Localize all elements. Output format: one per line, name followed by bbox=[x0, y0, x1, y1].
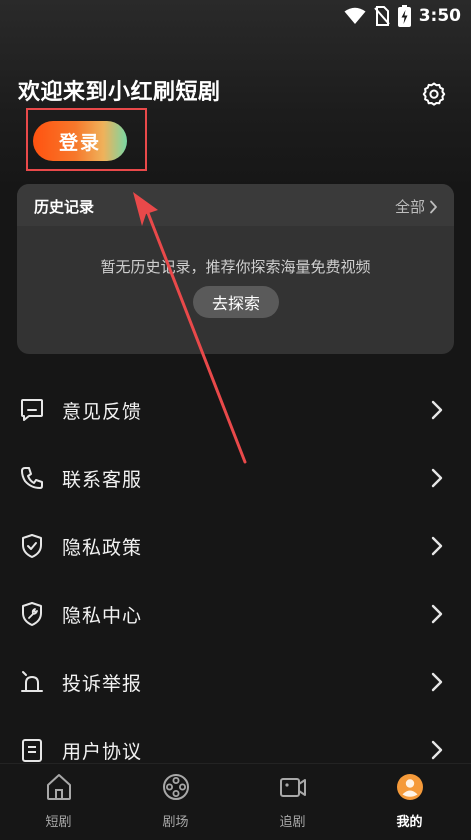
nav-tab-mine[interactable]: 我的 bbox=[351, 764, 468, 840]
nav-label: 追剧 bbox=[279, 815, 306, 830]
menu-label: 意见反馈 bbox=[62, 401, 143, 423]
chevron-right-icon bbox=[431, 400, 443, 420]
shield-check-icon bbox=[22, 534, 42, 558]
document-icon bbox=[22, 739, 42, 762]
nav-tab-short-drama[interactable]: 短剧 bbox=[0, 764, 117, 840]
login-button[interactable]: 登录 bbox=[33, 121, 127, 161]
phone-icon bbox=[21, 467, 43, 489]
chevron-right-icon bbox=[431, 604, 443, 624]
history-header: 历史记录 全部 bbox=[17, 184, 454, 226]
avatar-icon bbox=[397, 774, 423, 800]
explore-button[interactable]: 去探索 bbox=[193, 286, 279, 318]
menu-item-privacy-policy[interactable]: 隐私政策 bbox=[0, 512, 471, 580]
menu-item-customer-service[interactable]: 联系客服 bbox=[0, 444, 471, 512]
menu-label: 隐私政策 bbox=[62, 537, 143, 559]
film-reel-icon bbox=[163, 774, 189, 800]
status-time: 3:50 bbox=[418, 6, 461, 26]
shield-wrench-icon bbox=[22, 602, 42, 626]
menu-label: 隐私中心 bbox=[62, 605, 143, 627]
history-all-link[interactable]: 全部 bbox=[395, 196, 438, 217]
menu-item-report[interactable]: 投诉举报 bbox=[0, 648, 471, 716]
wifi-icon bbox=[344, 7, 366, 24]
menu-item-privacy-center[interactable]: 隐私中心 bbox=[0, 580, 471, 648]
history-title: 历史记录 bbox=[34, 198, 95, 216]
no-sim-icon bbox=[373, 6, 390, 26]
menu-label: 联系客服 bbox=[62, 469, 143, 491]
chevron-right-icon bbox=[430, 200, 437, 213]
feedback-icon bbox=[21, 399, 43, 421]
menu-label: 用户协议 bbox=[62, 741, 143, 763]
alarm-icon bbox=[21, 671, 43, 692]
nav-tab-follow[interactable]: 追剧 bbox=[234, 764, 351, 840]
bottom-nav: 短剧 剧场 追剧 我的 bbox=[0, 763, 471, 840]
nav-tab-theater[interactable]: 剧场 bbox=[117, 764, 234, 840]
chevron-right-icon bbox=[431, 672, 443, 692]
menu-label: 投诉举报 bbox=[62, 673, 143, 695]
home-icon bbox=[47, 774, 71, 800]
battery-charging-icon bbox=[397, 5, 411, 27]
menu-item-feedback[interactable]: 意见反馈 bbox=[0, 376, 471, 444]
gear-icon[interactable] bbox=[420, 80, 448, 108]
history-all-label: 全部 bbox=[394, 198, 425, 216]
nav-label: 我的 bbox=[396, 815, 423, 830]
nav-label: 剧场 bbox=[162, 815, 189, 830]
status-bar: 3:50 bbox=[0, 0, 471, 34]
chevron-right-icon bbox=[431, 536, 443, 556]
welcome-title: 欢迎来到小红刷短剧 bbox=[18, 80, 221, 105]
nav-label: 短剧 bbox=[45, 815, 72, 830]
history-card: 历史记录 全部 暂无历史记录，推荐你探索海量免费视频 去探索 bbox=[17, 184, 454, 354]
history-empty-text: 暂无历史记录，推荐你探索海量免费视频 bbox=[100, 258, 371, 276]
chevron-right-icon bbox=[431, 740, 443, 760]
video-camera-icon bbox=[280, 778, 306, 797]
chevron-right-icon bbox=[431, 468, 443, 488]
